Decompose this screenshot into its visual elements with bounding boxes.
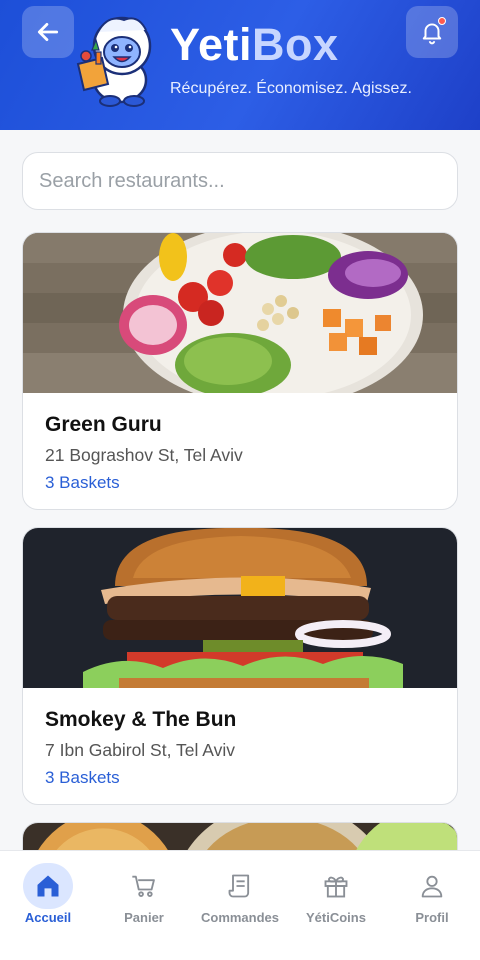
app-header: YetiBox Récupérez. Économisez. Agissez. [0, 0, 480, 130]
tab-icon-wrap [119, 863, 169, 909]
tab-icon-wrap [407, 863, 457, 909]
tab-label: YétiCoins [306, 910, 366, 925]
tab-panier[interactable]: Panier [96, 863, 192, 933]
cart-icon [132, 875, 155, 897]
arrow-left-icon [37, 23, 59, 41]
restaurant-image-salad-bowl [23, 233, 457, 393]
home-icon [37, 875, 59, 897]
tab-label: Accueil [24, 910, 72, 925]
tab-commandes[interactable]: Commandes [192, 863, 288, 933]
receipt-icon [228, 874, 250, 898]
restaurant-name: Smokey & The Bun [45, 708, 237, 731]
tab-label: Panier [124, 910, 164, 925]
tab-icon-wrap [215, 863, 265, 909]
tab-icon-wrap [311, 863, 361, 909]
brand-tagline: Récupérez. Économisez. Agissez. [170, 80, 412, 97]
tab-icon-wrap [23, 863, 73, 909]
back-button[interactable] [22, 6, 74, 58]
tab-label: Profil [415, 910, 449, 925]
restaurant-name: Green Guru [45, 413, 162, 436]
notification-dot [438, 17, 446, 25]
yeti-mascot-logo [76, 16, 152, 107]
restaurant-card[interactable]: Smokey & The Bun 7 Ibn Gabirol St, Tel A… [22, 527, 458, 805]
brand-secondary: Box [252, 19, 339, 70]
gift-icon [324, 876, 348, 898]
tab-yeticoins[interactable]: YétiCoins [288, 863, 384, 933]
brand-primary: Yeti [170, 19, 253, 70]
search-input[interactable] [22, 152, 458, 210]
restaurant-info: Green Guru 21 Bograshov St, Tel Aviv 3 B… [45, 413, 243, 493]
restaurant-baskets-count: 3 Baskets [45, 768, 120, 787]
restaurant-info: Smokey & The Bun 7 Ibn Gabirol St, Tel A… [45, 708, 236, 788]
restaurant-address: 21 Bograshov St, Tel Aviv [45, 445, 243, 465]
notifications-button[interactable] [406, 6, 458, 58]
restaurant-baskets-count: 3 Baskets [45, 473, 120, 492]
user-icon [421, 875, 443, 898]
tab-accueil[interactable]: Accueil [0, 863, 96, 933]
brand-name: YetiBox [170, 22, 339, 67]
bottom-tab-bar: Accueil Panier Commandes YétiCoins Profi… [0, 850, 480, 960]
restaurant-image-burger [23, 528, 457, 688]
tab-profil[interactable]: Profil [384, 863, 480, 933]
restaurant-address: 7 Ibn Gabirol St, Tel Aviv [45, 740, 236, 760]
restaurant-card[interactable]: Green Guru 21 Bograshov St, Tel Aviv 3 B… [22, 232, 458, 510]
tab-label: Commandes [200, 910, 280, 925]
